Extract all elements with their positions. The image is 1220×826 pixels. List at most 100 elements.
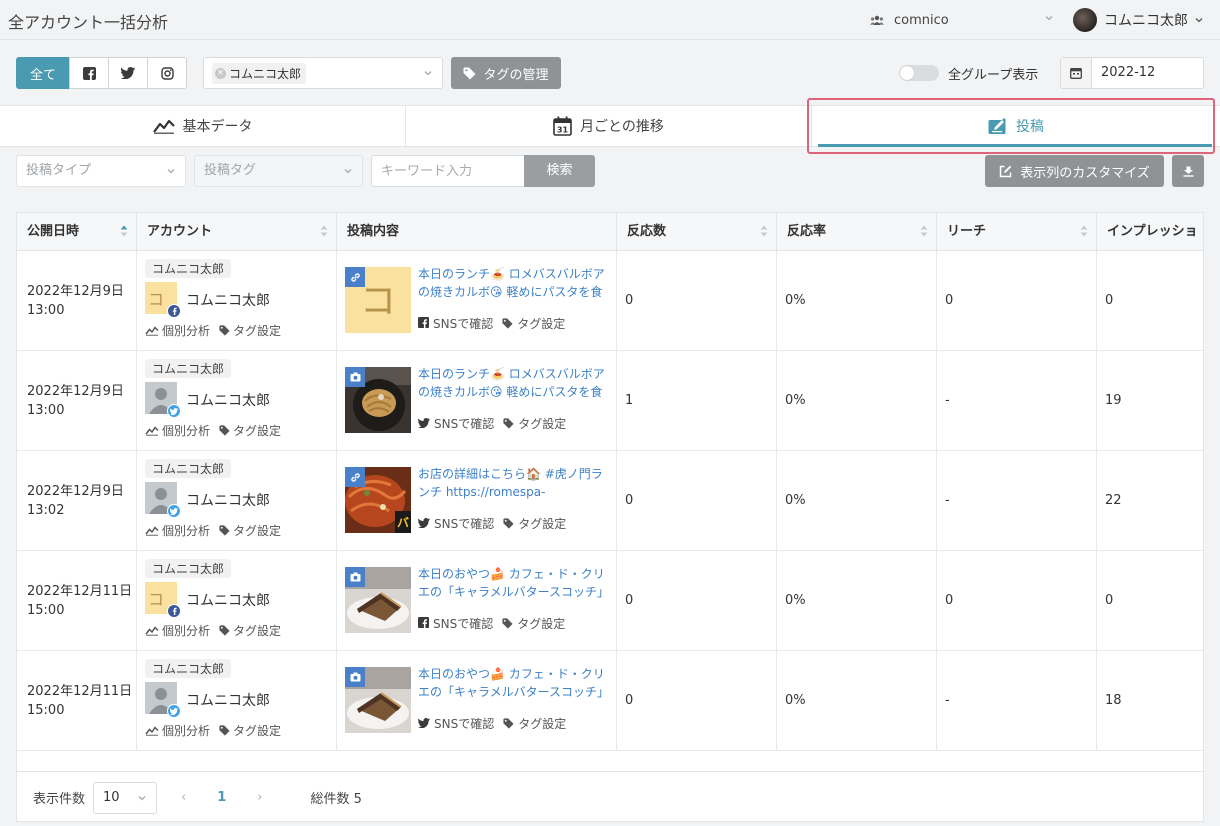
post-text[interactable]: 本日のランチ🍝 ロメバスバルボアの焼きカルボ😘 軽めにパスタを食べたいと思ったら… — [418, 365, 606, 402]
post-text[interactable]: お店の詳細はこちら🏠 #虎ノ門ランチ https://romespa-balbo… — [418, 465, 606, 502]
twitter-icon — [418, 517, 430, 528]
reactions-cell: 0 — [617, 651, 777, 751]
individual-analysis-link[interactable]: 個別分析 — [145, 622, 210, 639]
post-thumbnail[interactable]: バ — [345, 467, 411, 533]
post-links: SNSで確認 タグ設定 — [418, 615, 574, 632]
table-header: 公開日時 アカウント 投稿内容 反応数 反応率 リーチ インプレッショ — [17, 213, 1203, 251]
reach-cell: - — [937, 351, 1097, 451]
search-button[interactable]: 検索 — [524, 155, 595, 187]
rate-cell: 0% — [777, 551, 937, 651]
platform-instagram-button[interactable] — [147, 57, 187, 89]
reach-cell: - — [937, 651, 1097, 751]
post-date-cell: 2022年12月9日 13:00 — [17, 351, 137, 451]
impressions-cell: 18 — [1097, 651, 1203, 751]
post-text[interactable]: 本日のおやつ🍰 カフェ・ド・クリエの「キャラメルバタースコッチ」🍰 普段はコーヒ… — [418, 665, 606, 702]
reactions-cell: 0 — [617, 451, 777, 551]
tag-setting-link[interactable]: タグ設定 — [219, 322, 281, 339]
column-label: 公開日時 — [27, 224, 80, 239]
calendar-button[interactable] — [1061, 58, 1092, 88]
tag-setting-link[interactable]: タグ設定 — [503, 715, 566, 732]
keyword-input[interactable] — [371, 155, 525, 187]
individual-analysis-link[interactable]: 個別分析 — [145, 522, 210, 539]
next-page-button[interactable]: › — [257, 790, 262, 805]
view-on-sns-link[interactable]: SNSで確認 — [418, 715, 494, 732]
column-header-impressions[interactable]: インプレッショ — [1097, 213, 1203, 251]
tab-monthly-trend[interactable]: 31 月ごとの推移 — [406, 106, 812, 146]
tab-posts[interactable]: 投稿 — [812, 106, 1220, 147]
column-label: 反応数 — [627, 224, 667, 239]
per-page-select[interactable]: 10 — [93, 781, 158, 814]
platform-all-button[interactable]: 全て — [16, 57, 70, 89]
tag-icon — [502, 618, 513, 629]
rate-cell: 0% — [777, 451, 937, 551]
tag-setting-link[interactable]: タグ設定 — [219, 622, 281, 639]
column-header-reactions[interactable]: 反応数 — [617, 213, 777, 251]
column-header-reach[interactable]: リーチ — [937, 213, 1097, 251]
post-thumbnail[interactable]: コ — [345, 267, 411, 333]
tag-setting-link[interactable]: タグ設定 — [502, 615, 565, 632]
view-on-sns-link[interactable]: SNSで確認 — [418, 415, 494, 432]
post-content-cell: 本日のランチ🍝 ロメバスバルボアの焼きカルボ😘 軽めにパスタを食べたいと思ったら… — [337, 351, 617, 451]
twitter-badge — [167, 404, 181, 418]
post-text[interactable]: 本日のおやつ🍰 カフェ・ド・クリエの「キャラメルバタースコッチ」🍰 普段はコーヒ… — [418, 565, 606, 602]
account-select[interactable]: × コムニコ太郎 — [203, 57, 443, 89]
post-type-select[interactable]: 投稿タイプ — [16, 155, 186, 187]
individual-analysis-link[interactable]: 個別分析 — [145, 422, 210, 439]
tag-manage-button[interactable]: タグの管理 — [451, 57, 561, 89]
line-chart-icon — [145, 526, 159, 536]
platform-facebook-button[interactable] — [69, 57, 109, 89]
prev-page-button[interactable]: ‹ — [181, 790, 186, 805]
rate-cell: 0% — [777, 251, 937, 351]
post-date: 2022年12月9日 13:00 — [27, 384, 124, 418]
tag-setting-link[interactable]: タグ設定 — [502, 315, 565, 332]
post-tag-select[interactable]: 投稿タグ — [194, 155, 363, 187]
individual-analysis-link[interactable]: 個別分析 — [145, 322, 210, 339]
column-label: 反応率 — [787, 224, 827, 239]
twitter-icon — [170, 507, 178, 515]
photo-post-badge — [345, 367, 365, 387]
account-links: 個別分析 タグ設定 — [145, 622, 290, 639]
tag-icon — [219, 425, 230, 436]
tag-setting-link[interactable]: タグ設定 — [503, 515, 566, 532]
tag-setting-link[interactable]: タグ設定 — [219, 722, 281, 739]
twitter-icon — [418, 417, 430, 428]
link-label: SNSで確認 — [434, 417, 495, 431]
post-date-cell: 2022年12月9日 13:00 — [17, 251, 137, 351]
view-on-sns-link[interactable]: SNSで確認 — [418, 515, 494, 532]
user-menu[interactable]: コムニコ太郎 — [1073, 8, 1204, 32]
tag-setting-link[interactable]: タグ設定 — [219, 522, 281, 539]
account-chip[interactable]: × コムニコ太郎 — [212, 62, 307, 84]
current-page[interactable]: 1 — [217, 790, 226, 805]
account-thumbnail: コ — [145, 582, 181, 618]
view-on-sns-link[interactable]: SNSで確認 — [418, 615, 493, 632]
column-header-account[interactable]: アカウント — [137, 213, 337, 251]
sort-icon — [320, 225, 328, 237]
account-chip: コムニコ太郎 — [145, 359, 232, 378]
post-thumbnail[interactable] — [345, 567, 411, 633]
account-name: コムニコ太郎 — [186, 693, 270, 709]
view-on-sns-link[interactable]: SNSで確認 — [418, 315, 493, 332]
column-header-rate[interactable]: 反応率 — [777, 213, 937, 251]
month-picker[interactable]: 2022-12 — [1060, 57, 1204, 89]
tag-setting-link[interactable]: タグ設定 — [503, 415, 566, 432]
line-chart-icon — [152, 119, 175, 134]
download-button[interactable] — [1172, 155, 1204, 187]
post-thumbnail[interactable] — [345, 367, 411, 433]
tag-setting-link[interactable]: タグ設定 — [219, 422, 281, 439]
platform-twitter-button[interactable] — [108, 57, 148, 89]
post-text[interactable]: 本日のランチ🍝 ロメバスバルボアの焼きカルボ😘 軽めにパスタを食べたいと思ったら… — [418, 265, 606, 302]
group-toggle[interactable] — [899, 65, 939, 81]
account-name: コムニコ太郎 — [186, 293, 270, 309]
sort-icon — [760, 225, 768, 237]
post-content-cell: コ 本日のランチ🍝 ロメバスバルボアの焼きカルボ😘 軽めにパスタを食べたいと思っ… — [337, 251, 617, 351]
twitter-icon — [418, 717, 430, 728]
table-footer: 表示件数 10 ‹ 1 › 総件数 5 — [17, 771, 1203, 821]
tab-basic-data[interactable]: 基本データ — [0, 106, 406, 146]
post-thumbnail[interactable] — [345, 667, 411, 733]
individual-analysis-link[interactable]: 個別分析 — [145, 722, 210, 739]
customize-columns-button[interactable]: 表示列のカスタマイズ — [985, 155, 1164, 187]
remove-chip-icon[interactable]: × — [215, 67, 226, 79]
impressions-cell: 19 — [1097, 351, 1203, 451]
column-header-date[interactable]: 公開日時 — [17, 213, 137, 251]
group-select[interactable]: comnico — [870, 9, 1056, 31]
